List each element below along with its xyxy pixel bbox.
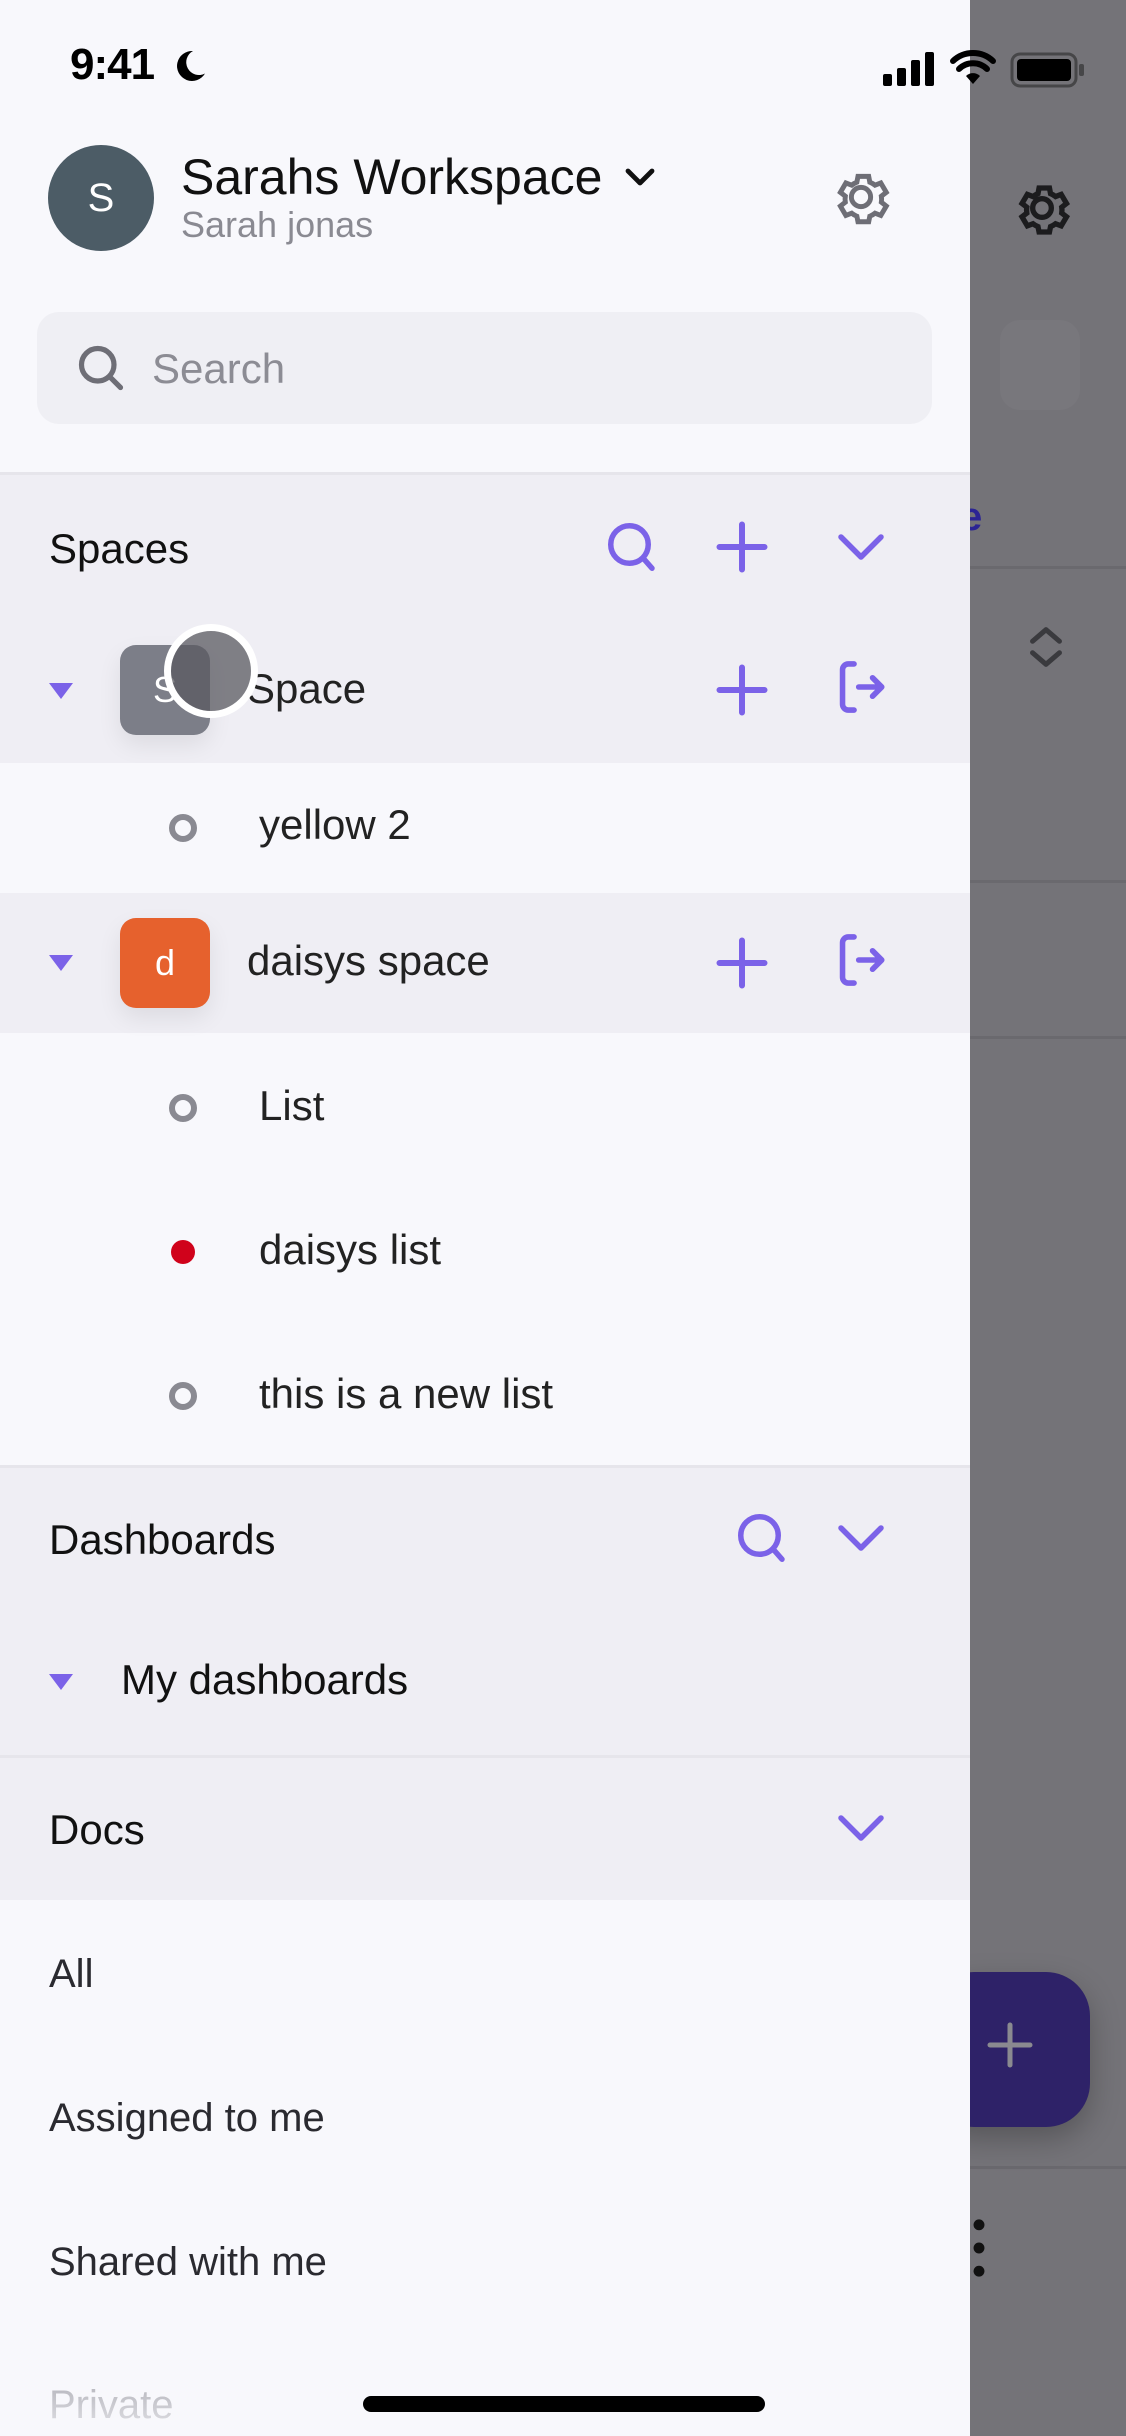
collapse-spaces-chevron-icon[interactable] [831,517,891,577]
list-item[interactable]: List [0,1036,970,1180]
list-status-empty-icon [169,1094,197,1122]
home-indicator[interactable] [363,2396,765,2412]
space-row[interactable]: S Space [0,617,970,763]
docs-filter-all[interactable]: All [49,1952,93,1997]
add-list-icon[interactable] [712,660,772,720]
space-row[interactable]: d daisys space [0,893,970,1033]
search-input[interactable] [150,336,854,402]
expand-triangle-icon[interactable] [48,1672,74,1692]
navigation-drawer: S Sarahs Workspace Sarah jonas Spaces S … [0,0,970,2436]
list-status-empty-icon [169,1382,197,1410]
space-name: daisys space [247,937,490,984]
workspace-avatar[interactable]: S [48,145,154,251]
search-spaces-icon[interactable] [602,517,662,577]
docs-filter-assigned[interactable]: Assigned to me [49,2096,325,2141]
list-name: yellow 2 [259,801,411,848]
touch-indicator [164,624,258,718]
collapse-dashboards-chevron-icon[interactable] [831,1508,891,1568]
search-icon [78,345,124,391]
docs-filter-shared[interactable]: Shared with me [49,2240,327,2285]
docs-section-header: Docs [0,1758,970,1900]
background-sort-icon [1030,627,1062,667]
background-plus-icon [987,2022,1033,2068]
list-item[interactable]: daisys list [0,1180,970,1324]
background-divider [970,880,1126,883]
space-avatar-initial: d [154,942,176,983]
scroll-fade [0,2350,970,2436]
workspace-title[interactable]: Sarahs Workspace [181,148,602,206]
background-search-pill [1000,320,1080,410]
dashboard-name: My dashboards [121,1656,409,1703]
list-item[interactable]: this is a new list [0,1324,970,1466]
list-name: daisys list [259,1226,442,1273]
spaces-section-header: Spaces [0,475,970,617]
spaces-title: Spaces [49,525,190,572]
expand-triangle-icon[interactable] [48,953,74,973]
background-gear-icon [1018,185,1071,235]
list-name: this is a new list [259,1370,554,1417]
collapse-docs-chevron-icon[interactable] [831,1798,891,1858]
background-divider [970,2166,1126,2169]
dashboards-section-header: Dashboards [0,1468,970,1610]
list-item[interactable]: yellow 2 [0,763,970,893]
background-divider [970,566,1126,569]
add-space-icon[interactable] [712,517,772,577]
dashboards-title: Dashboards [49,1516,276,1563]
leave-space-icon[interactable] [831,657,891,717]
search-dashboards-icon[interactable] [732,1508,792,1568]
search-bar[interactable] [37,312,932,424]
dashboard-item[interactable]: My dashboards [0,1610,970,1755]
background-divider [970,1036,1126,1039]
settings-gear-icon[interactable] [828,164,894,230]
background-more-icon [973,2219,985,2277]
add-list-icon[interactable] [712,933,772,993]
leave-space-icon[interactable] [831,930,891,990]
expand-triangle-icon[interactable] [48,681,74,701]
workspace-chevron-down-icon[interactable] [622,162,658,192]
workspace-user-name: Sarah jonas [181,204,374,245]
space-avatar: d [120,918,210,1008]
docs-title: Docs [49,1806,145,1853]
list-status-red-icon [171,1240,195,1264]
list-status-empty-icon [169,814,197,842]
space-name: Space [247,665,367,712]
list-name: List [259,1082,325,1129]
workspace-avatar-initial: S [87,175,115,220]
